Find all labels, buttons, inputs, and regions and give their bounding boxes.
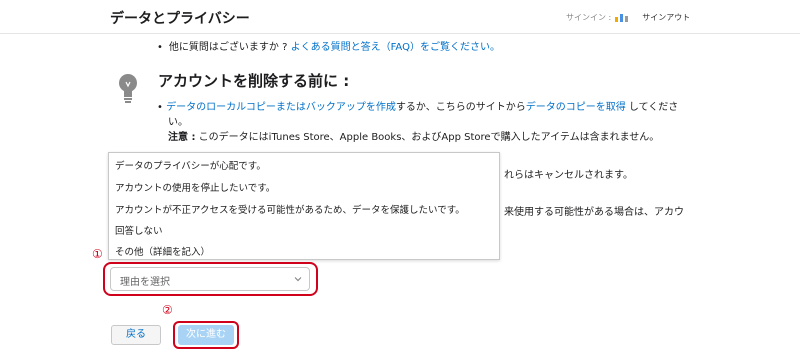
header: データとプライバシー サインイン : サインアウト — [0, 0, 800, 34]
lightbulb-icon — [119, 74, 137, 103]
reason-select[interactable]: 理由を選択 — [110, 267, 310, 291]
bullet-icon: • — [157, 42, 163, 53]
dropdown-option[interactable]: 回答しない — [115, 223, 163, 237]
signout-link[interactable]: サインアウト — [642, 12, 690, 23]
select-value: 理由を選択 — [120, 277, 170, 288]
dropdown-option[interactable]: その他（詳細を記入） — [115, 244, 210, 258]
partial-text-2: 来使用する可能性がある場合は、アカウ — [504, 207, 684, 218]
step-2-marker: ② — [162, 303, 173, 317]
faq-prefix: 他に質問はございますか ? — [168, 42, 288, 53]
reason-dropdown-list: データのプライバシーが心配です。 アカウントの使用を停止したいです。 アカウント… — [108, 152, 500, 260]
bullet1-wrap: い。 — [168, 117, 188, 128]
local-copy-link[interactable]: データのローカルコピーまたはバックアップを作成 — [166, 102, 396, 113]
section-heading: アカウントを削除する前に : — [158, 72, 350, 90]
bullet-icon: • — [157, 102, 163, 113]
partial-text-1: れらはキャンセルされます。 — [504, 170, 633, 181]
faq-link[interactable]: よくある質問と答え（FAQ）をご覧ください。 — [291, 42, 500, 53]
bullet1-mid: するか、こちらのサイトから — [395, 102, 526, 113]
dropdown-option[interactable]: アカウントの使用を停止したいです。 — [115, 180, 275, 194]
step-1-marker: ① — [92, 247, 103, 261]
next-button[interactable]: 次に進む — [178, 325, 234, 345]
dropdown-option[interactable]: データのプライバシーが心配です。 — [115, 158, 266, 172]
note-line: 注意 : このデータにはiTunes Store、Apple Books、および… — [168, 128, 659, 143]
note-label: 注意 : — [168, 132, 196, 143]
account-area: サインイン : サインアウト — [566, 12, 690, 23]
back-button[interactable]: 戻る — [111, 325, 161, 345]
faq-line: • 他に質問はございますか ? よくある質問と答え（FAQ）をご覧ください。 — [157, 38, 500, 53]
get-copy-link[interactable]: データのコピーを取得 — [526, 102, 626, 113]
chevron-down-icon — [294, 277, 302, 282]
note-text: このデータにはiTunes Store、Apple Books、およびApp S… — [195, 132, 660, 143]
bullet1-tail: してくださ — [625, 102, 679, 113]
signin-label: サインイン : — [566, 13, 612, 22]
dropdown-option[interactable]: アカウントが不正アクセスを受ける可能性があるため、データを保護したいです。 — [115, 202, 465, 216]
account-icon — [615, 13, 629, 22]
bullet-line-1: • データのローカルコピーまたはバックアップを作成するか、こちらのサイトからデー… — [157, 98, 678, 113]
page-title: データとプライバシー — [110, 11, 250, 27]
